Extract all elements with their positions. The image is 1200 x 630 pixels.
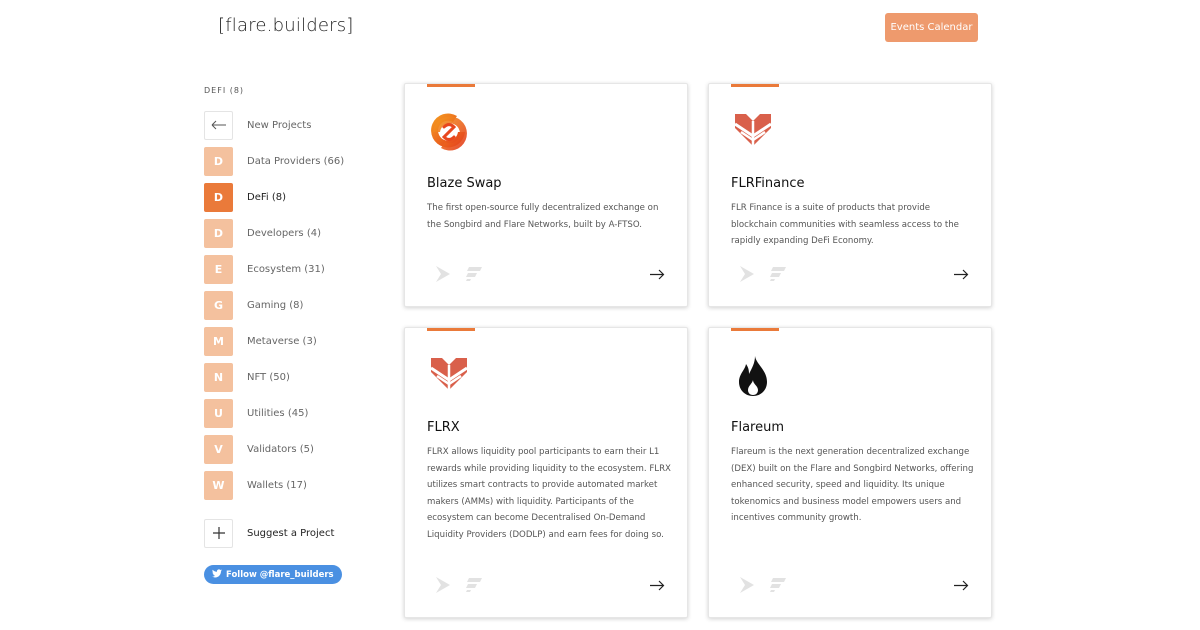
- project-card-blaze-swap[interactable]: Blaze Swap The first open-source fully d…: [404, 83, 688, 307]
- card-title: FLRFinance: [731, 176, 805, 191]
- arrow-right-icon[interactable]: [650, 580, 665, 591]
- sidebar-item-wallets[interactable]: W Wallets (17): [204, 467, 384, 503]
- project-card-flrfinance[interactable]: FLRFinance FLR Finance is a suite of pro…: [708, 83, 992, 307]
- site-logo[interactable]: [flare.builders]: [218, 15, 354, 36]
- flrfinance-logo-icon: [731, 110, 775, 154]
- project-card-flareum[interactable]: Flareum Flareum is the next generation d…: [708, 327, 992, 618]
- sidebar-item-label: New Projects: [247, 119, 312, 131]
- sidebar-item-label: DeFi (8): [247, 191, 286, 203]
- category-tile: D: [204, 146, 233, 176]
- category-tile: W: [204, 470, 233, 500]
- plus-icon: [204, 518, 233, 548]
- suggest-project-button[interactable]: Suggest a Project: [204, 517, 384, 549]
- category-sidebar: DEFI (8) New Projects D Data Providers (…: [204, 86, 384, 584]
- sidebar-item-label: Gaming (8): [247, 299, 304, 311]
- project-card-flrx[interactable]: FLRX FLRX allows liquidity pool particip…: [404, 327, 688, 618]
- sidebar-item-nft[interactable]: N NFT (50): [204, 359, 384, 395]
- sidebar-item-metaverse[interactable]: M Metaverse (3): [204, 323, 384, 359]
- flare-network-icon: [769, 266, 787, 282]
- sidebar-item-new-projects[interactable]: New Projects: [204, 107, 384, 143]
- flare-network-icon: [465, 577, 483, 593]
- card-title: FLRX: [427, 420, 460, 435]
- card-description: The first open-source fully decentralize…: [427, 203, 659, 230]
- sidebar-item-label: Metaverse (3): [247, 335, 317, 347]
- flrx-logo-icon: [427, 354, 471, 398]
- arrow-left-icon: [204, 110, 233, 140]
- songbird-network-icon: [435, 265, 451, 283]
- card-title: Flareum: [731, 420, 785, 435]
- flare-network-icon: [769, 577, 787, 593]
- sidebar-item-label: Developers (4): [247, 227, 321, 239]
- sidebar-heading: DEFI (8): [204, 86, 245, 95]
- category-tile: E: [204, 254, 233, 284]
- card-accent-bar: [427, 84, 475, 87]
- songbird-network-icon: [739, 265, 755, 283]
- sidebar-item-label: Validators (5): [247, 443, 314, 455]
- category-tile: G: [204, 290, 233, 320]
- category-tile: V: [204, 434, 233, 464]
- category-tile: D: [204, 218, 233, 248]
- card-accent-bar: [731, 84, 779, 87]
- sidebar-item-label: Data Providers (66): [247, 155, 345, 167]
- card-description: Flareum is the next generation decentral…: [731, 447, 974, 524]
- card-title: Blaze Swap: [427, 176, 502, 191]
- twitter-follow-button[interactable]: Follow @flare_builders: [204, 565, 342, 584]
- sidebar-item-label: NFT (50): [247, 371, 290, 383]
- flare-network-icon: [465, 266, 483, 282]
- card-footer: [435, 264, 665, 284]
- card-description: FLR Finance is a suite of products that …: [731, 203, 959, 247]
- twitter-bird-icon: [212, 568, 222, 581]
- card-footer: [739, 575, 969, 595]
- category-tile: M: [204, 326, 233, 356]
- flareum-logo-icon: [731, 354, 775, 398]
- category-tile: U: [204, 398, 233, 428]
- sidebar-item-validators[interactable]: V Validators (5): [204, 431, 384, 467]
- songbird-network-icon: [435, 576, 451, 594]
- sidebar-item-label: Wallets (17): [247, 479, 307, 491]
- twitter-follow-label: Follow @flare_builders: [226, 569, 334, 580]
- category-tile: D: [204, 182, 233, 212]
- sidebar-item-data-providers[interactable]: D Data Providers (66): [204, 143, 384, 179]
- arrow-right-icon[interactable]: [650, 269, 665, 280]
- arrow-right-icon[interactable]: [954, 580, 969, 591]
- card-description: FLRX allows liquidity pool participants …: [427, 447, 671, 540]
- arrow-right-icon[interactable]: [954, 269, 969, 280]
- category-tile: N: [204, 362, 233, 392]
- card-accent-bar: [427, 328, 475, 331]
- sidebar-item-utilities[interactable]: U Utilities (45): [204, 395, 384, 431]
- songbird-network-icon: [739, 576, 755, 594]
- card-footer: [435, 575, 665, 595]
- card-accent-bar: [731, 328, 779, 331]
- sidebar-item-label: Utilities (45): [247, 407, 309, 419]
- card-footer: [739, 264, 969, 284]
- blaze-swap-logo-icon: [427, 110, 471, 154]
- sidebar-item-developers[interactable]: D Developers (4): [204, 215, 384, 251]
- sidebar-item-ecosystem[interactable]: E Ecosystem (31): [204, 251, 384, 287]
- suggest-project-label: Suggest a Project: [247, 527, 335, 539]
- events-calendar-button[interactable]: Events Calendar: [885, 13, 978, 42]
- sidebar-item-defi[interactable]: D DeFi (8): [204, 179, 384, 215]
- sidebar-item-gaming[interactable]: G Gaming (8): [204, 287, 384, 323]
- sidebar-item-label: Ecosystem (31): [247, 263, 325, 275]
